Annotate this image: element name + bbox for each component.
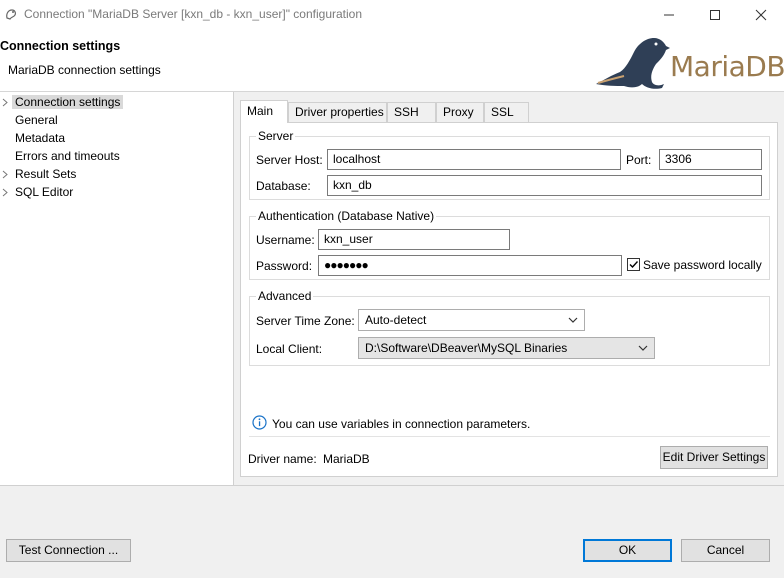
port-input[interactable]: 3306 <box>659 149 762 170</box>
tree-item-general[interactable]: General <box>15 112 58 129</box>
dialog-header: Connection settings MariaDB connection s… <box>0 30 784 92</box>
maximize-button[interactable] <box>692 0 738 30</box>
logo-text: MariaDB <box>670 50 784 83</box>
chevron-right-icon[interactable] <box>2 184 10 201</box>
tree-item-label: General <box>15 113 58 127</box>
username-label: Username: <box>256 233 315 247</box>
server-group-title: Server <box>256 129 296 143</box>
page-title: Connection settings <box>0 39 121 53</box>
window-title: Connection "MariaDB Server [kxn_db - kxn… <box>24 7 363 21</box>
tab-proxy[interactable]: Proxy <box>436 102 484 122</box>
save-password-checkbox[interactable] <box>627 258 640 271</box>
page-subtitle: MariaDB connection settings <box>8 63 161 77</box>
driver-name-value: MariaDB <box>323 452 370 466</box>
divider <box>249 436 770 437</box>
info-icon <box>252 415 267 430</box>
title-bar: Connection "MariaDB Server [kxn_db - kxn… <box>0 0 784 30</box>
tree-item-label: Errors and timeouts <box>15 149 120 163</box>
database-input[interactable]: kxn_db <box>327 175 762 196</box>
tab-ssl[interactable]: SSL <box>484 102 529 122</box>
advanced-group-title: Advanced <box>256 289 314 303</box>
driver-name-label: Driver name: <box>248 452 317 466</box>
chevron-down-icon <box>568 310 578 330</box>
minimize-button[interactable] <box>646 0 692 30</box>
tree-item-metadata[interactable]: Metadata <box>15 130 65 147</box>
port-label: Port: <box>626 153 652 167</box>
tab-ssh[interactable]: SSH <box>387 102 436 122</box>
chevron-right-icon[interactable] <box>2 94 10 111</box>
dbeaver-app-icon <box>6 9 16 20</box>
checkmark-icon <box>629 261 639 269</box>
test-connection-button[interactable]: Test Connection ... <box>6 539 131 562</box>
tree-item-errors-and-timeouts[interactable]: Errors and timeouts <box>15 148 120 165</box>
settings-tree: Connection settings General Metadata Err… <box>0 92 234 485</box>
close-icon <box>755 9 767 21</box>
server-host-input[interactable]: localhost <box>327 149 621 170</box>
chevron-down-icon <box>638 338 648 358</box>
password-input[interactable]: ●●●●●●● <box>318 255 622 276</box>
tree-item-result-sets[interactable]: Result Sets <box>2 166 77 183</box>
server-host-label: Server Host: <box>256 153 323 167</box>
close-window-button[interactable] <box>738 0 784 30</box>
tab-main[interactable]: Main <box>240 100 288 123</box>
tree-item-sql-editor[interactable]: SQL Editor <box>2 184 74 201</box>
tree-item-label: Metadata <box>15 131 66 145</box>
local-client-select[interactable]: D:\Software\DBeaver\MySQL Binaries <box>358 337 655 359</box>
maximize-icon <box>710 10 720 20</box>
username-input[interactable]: kxn_user <box>318 229 510 250</box>
main-tab-panel: Server Server Host: localhost Port: 3306… <box>240 122 778 477</box>
info-text: You can use variables in connection para… <box>272 417 531 431</box>
footer-separator <box>0 485 784 486</box>
local-client-label: Local Client: <box>256 342 323 356</box>
tree-item-label: Connection settings <box>12 95 124 109</box>
cancel-button[interactable]: Cancel <box>681 539 770 562</box>
tree-item-label: SQL Editor <box>15 185 74 199</box>
password-label: Password: <box>256 259 313 273</box>
save-password-label[interactable]: Save password locally <box>643 258 762 272</box>
local-client-select-value: D:\Software\DBeaver\MySQL Binaries <box>365 341 568 355</box>
timezone-label: Server Time Zone: <box>256 314 355 328</box>
mariadb-logo: MariaDB <box>590 30 784 92</box>
chevron-right-icon[interactable] <box>2 166 10 183</box>
tree-item-connection-settings[interactable]: Connection settings <box>2 94 124 111</box>
auth-group-title: Authentication (Database Native) <box>256 209 437 223</box>
timezone-select[interactable]: Auto-detect <box>358 309 585 331</box>
edit-driver-settings-button[interactable]: Edit Driver Settings <box>660 446 768 469</box>
minimize-icon <box>664 14 674 16</box>
tab-driver-properties[interactable]: Driver properties <box>288 102 387 122</box>
ok-button[interactable]: OK <box>583 539 672 562</box>
tree-item-label: Result Sets <box>15 167 77 181</box>
database-label: Database: <box>256 179 311 193</box>
timezone-select-value: Auto-detect <box>365 313 427 327</box>
